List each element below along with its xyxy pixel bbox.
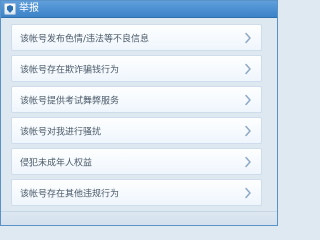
report-reason-item-3[interactable]: 该帐号提供考试舞弊服务 bbox=[11, 86, 262, 113]
report-reason-label: 侵犯未成年人权益 bbox=[20, 158, 93, 168]
bottom-bar bbox=[1, 211, 277, 225]
report-reason-item-5[interactable]: 侵犯未成年人权益 bbox=[11, 148, 262, 175]
chevron-right-icon bbox=[241, 155, 255, 169]
report-reason-item-4[interactable]: 该帐号对我进行骚扰 bbox=[11, 117, 262, 144]
chevron-right-icon bbox=[241, 93, 255, 107]
report-reason-label: 该帐号存在其他违规行为 bbox=[20, 189, 120, 199]
report-reason-item-6[interactable]: 该帐号存在其他违规行为 bbox=[11, 179, 262, 206]
chevron-right-icon bbox=[241, 31, 255, 45]
report-reason-label: 该帐号存在欺诈骗钱行为 bbox=[20, 65, 120, 75]
title-bar: 举报 bbox=[1, 1, 277, 18]
chevron-right-icon bbox=[241, 186, 255, 200]
window-title: 举报 bbox=[19, 3, 39, 14]
chevron-right-icon bbox=[241, 124, 255, 138]
chevron-right-icon bbox=[241, 62, 255, 76]
report-reason-label: 该帐号发布色情/违法等不良信息 bbox=[20, 34, 150, 44]
report-reason-item-1[interactable]: 该帐号发布色情/违法等不良信息 bbox=[11, 24, 262, 51]
shield-icon bbox=[4, 3, 16, 15]
report-reason-label: 该帐号提供考试舞弊服务 bbox=[20, 96, 120, 106]
report-dialog: 举报 该帐号发布色情/违法等不良信息 该帐号存在欺诈骗钱行为 该帐号提供考试舞弊… bbox=[0, 0, 278, 226]
report-reason-item-2[interactable]: 该帐号存在欺诈骗钱行为 bbox=[11, 55, 262, 82]
report-reason-label: 该帐号对我进行骚扰 bbox=[20, 127, 102, 137]
